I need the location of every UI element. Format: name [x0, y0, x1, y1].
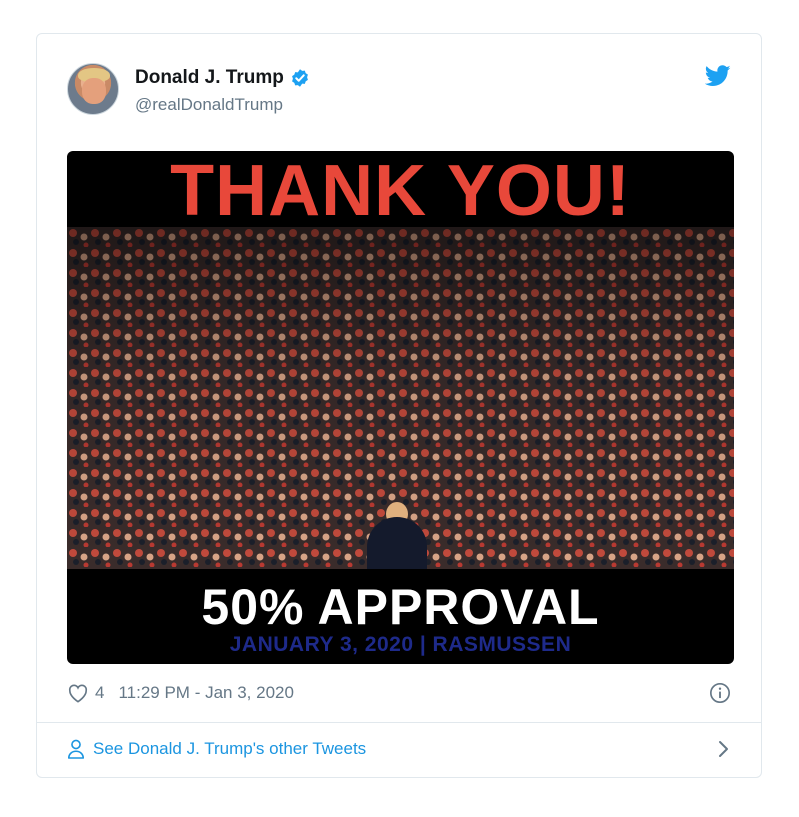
tweet-header: Donald J. Trump @realDonaldTrump: [37, 34, 761, 144]
avatar-face: [82, 78, 106, 104]
author-avatar[interactable]: [67, 63, 119, 115]
tweet-meta: 4 11:29 PM - Jan 3, 2020: [67, 679, 294, 707]
tweet-image[interactable]: THANK YOU! 50% APPROVAL JANUARY 3, 2020 …: [67, 151, 734, 664]
person-icon: [67, 739, 85, 759]
author-handle[interactable]: @realDonaldTrump: [135, 95, 283, 115]
other-tweets-label[interactable]: See Donald J. Trump's other Tweets: [93, 739, 366, 759]
image-caption: JANUARY 3, 2020 | RASMUSSEN: [229, 633, 572, 656]
image-subheadline: 50% APPROVAL: [201, 579, 600, 635]
twitter-bird-icon[interactable]: [705, 65, 731, 87]
author-name-row: Donald J. Trump: [135, 67, 310, 89]
like-count[interactable]: 4: [95, 683, 104, 703]
other-tweets-link[interactable]: See Donald J. Trump's other Tweets: [67, 734, 366, 764]
crowd-photo: [67, 227, 734, 569]
speaker-figure: [367, 517, 427, 569]
tweet-timestamp[interactable]: 11:29 PM - Jan 3, 2020: [118, 683, 293, 703]
tweet-card: Donald J. Trump @realDonaldTrump THANK Y…: [36, 33, 762, 778]
footer-divider: [37, 722, 761, 723]
info-icon[interactable]: [709, 682, 731, 704]
author-name[interactable]: Donald J. Trump: [135, 67, 284, 89]
image-headline: THANK YOU!: [170, 151, 631, 231]
verified-badge-icon: [291, 69, 308, 87]
chevron-right-icon[interactable]: [715, 740, 731, 758]
heart-icon[interactable]: [67, 683, 89, 703]
